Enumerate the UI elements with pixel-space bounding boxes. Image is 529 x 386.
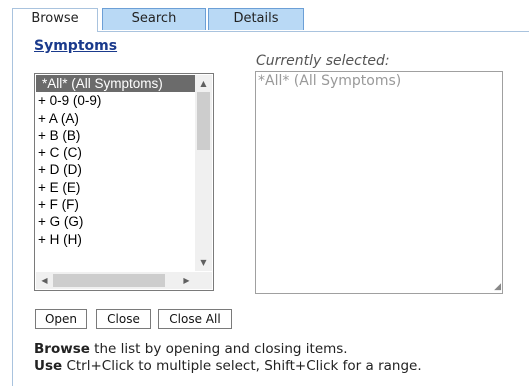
tab-search[interactable]: Search (102, 8, 206, 30)
help-text-browse: Browse the list by opening and closing i… (34, 341, 348, 357)
horizontal-scrollbar[interactable]: ◀ ▶ (36, 272, 195, 289)
help-bold-browse: Browse (34, 341, 90, 357)
currently-selected-value: *All* (All Symptoms) (258, 73, 402, 89)
list-item[interactable]: + A (A) (36, 110, 195, 127)
symptoms-link[interactable]: Symptoms (34, 38, 117, 54)
list-item[interactable]: + B (B) (36, 127, 195, 144)
list-item[interactable]: + F (F) (36, 196, 195, 213)
help-use-rest: Ctrl+Click to multiple select, Shift+Cli… (62, 358, 422, 374)
scroll-up-icon[interactable]: ▲ (195, 75, 212, 92)
scroll-down-icon[interactable]: ▼ (195, 254, 212, 271)
tab-browse[interactable]: Browse (12, 8, 98, 32)
list-item[interactable]: + 0-9 (0-9) (36, 92, 195, 109)
help-bold-use: Use (34, 358, 63, 374)
horizontal-scroll-thumb[interactable] (53, 274, 165, 287)
help-text-use: Use Ctrl+Click to multiple select, Shift… (34, 358, 422, 374)
resize-grip-icon[interactable]: ◢ (491, 282, 501, 292)
list-item[interactable]: + E (E) (36, 179, 195, 196)
tab-details[interactable]: Details (208, 8, 304, 30)
list-item[interactable]: *All* (All Symptoms) (36, 75, 195, 93)
scroll-left-icon[interactable]: ◀ (36, 272, 53, 289)
list-item[interactable]: + D (D) (36, 161, 195, 178)
vertical-scrollbar[interactable]: ▲ ▼ (195, 75, 212, 271)
vertical-scroll-thumb[interactable] (197, 92, 210, 150)
scroll-corner (195, 272, 212, 289)
currently-selected-textarea[interactable]: *All* (All Symptoms) ◢ (255, 71, 503, 294)
close-button[interactable]: Close (96, 309, 151, 329)
symptoms-list: *All* (All Symptoms) + 0-9 (0-9) + A (A)… (36, 75, 195, 271)
help-browse-rest: the list by opening and closing items. (89, 341, 348, 357)
currently-selected-label: Currently selected: (256, 53, 390, 69)
symptoms-listbox[interactable]: *All* (All Symptoms) + 0-9 (0-9) + A (A)… (34, 73, 214, 291)
scroll-right-icon[interactable]: ▶ (178, 272, 195, 289)
open-button[interactable]: Open (35, 309, 87, 329)
close-all-button[interactable]: Close All (158, 309, 232, 329)
list-item[interactable]: + H (H) (36, 231, 195, 248)
list-item[interactable]: + G (G) (36, 213, 195, 230)
list-item[interactable]: + C (C) (36, 144, 195, 161)
